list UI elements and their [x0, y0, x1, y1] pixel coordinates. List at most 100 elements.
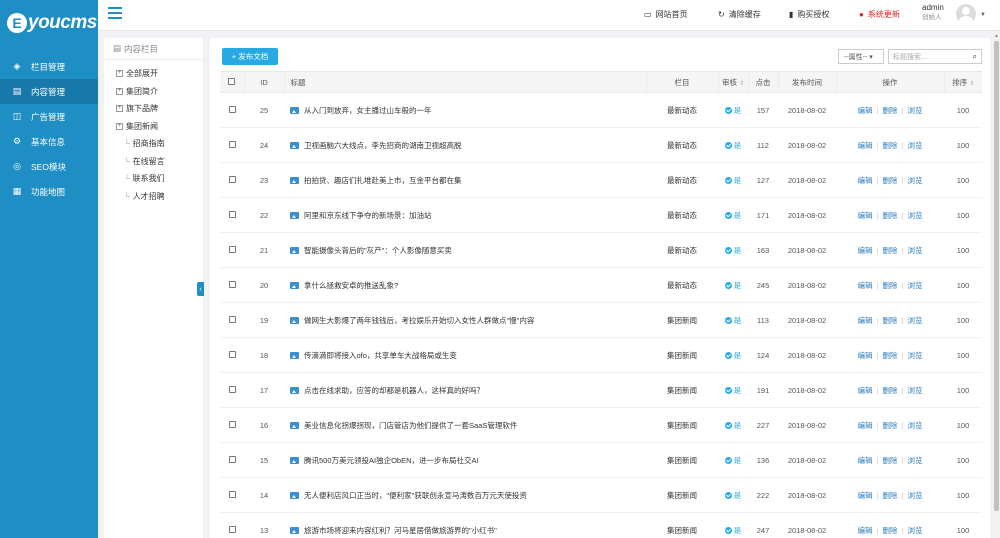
edit-link[interactable]: 编辑 — [858, 456, 873, 465]
row-title-cell[interactable]: 传滴滴即将接入ofo，共享单车大战格局或生变 — [284, 337, 646, 373]
edit-link[interactable]: 编辑 — [858, 141, 873, 150]
row-sort[interactable]: 100 — [944, 302, 982, 338]
row-title[interactable]: 从入门到放弃，女主播过山车般的一年 — [304, 106, 432, 115]
add-document-button[interactable]: + 发布文档 — [222, 48, 278, 65]
row-title-cell[interactable]: 智能摄像头背后的"灰产"：个人影像随意买卖 — [284, 232, 646, 268]
row-checkbox[interactable] — [228, 350, 236, 358]
row-audit[interactable]: 是 — [718, 477, 748, 513]
delete-link[interactable]: 删除 — [883, 141, 898, 150]
tree-item[interactable]: └ 在线留言 — [104, 153, 203, 171]
row-title-cell[interactable]: 点击在线求助，应答的却都是机器人，这样真的好吗？ — [284, 372, 646, 408]
sidebar-item-2[interactable]: ◫ 广告管理 — [0, 104, 98, 129]
row-title[interactable]: 卫视画脑六大线点，李先招商的湖南卫视超高脱 — [304, 141, 462, 150]
row-title[interactable]: 阿里和京东线下争夺的新场景：加油站 — [304, 211, 432, 220]
sort-icon[interactable]: ⇕ — [969, 81, 974, 87]
row-select-cell[interactable] — [220, 407, 244, 443]
row-audit[interactable]: 是 — [718, 302, 748, 338]
tree-item[interactable]: + 集团简介 — [104, 83, 203, 101]
sidebar-item-1[interactable]: ▤ 内容管理 — [0, 79, 98, 104]
row-title[interactable]: 旅游市场将迎来内容红利？河马星居借做旅游界的"小红书" — [304, 526, 497, 535]
edit-link[interactable]: 编辑 — [858, 281, 873, 290]
edit-link[interactable]: 编辑 — [858, 316, 873, 325]
delete-link[interactable]: 删除 — [883, 246, 898, 255]
view-link[interactable]: 浏览 — [907, 141, 922, 150]
row-title[interactable]: 点击在线求助，应答的却都是机器人，这样真的好吗？ — [304, 386, 484, 395]
row-sort[interactable]: 100 — [944, 127, 982, 163]
row-sort[interactable]: 100 — [944, 477, 982, 513]
expand-icon[interactable]: + — [116, 87, 123, 95]
row-title[interactable]: 拍拍贷、趣店们扎堆赴美上市，互金平台都在集 — [304, 176, 462, 185]
user-info[interactable]: admin 创始人 — [922, 3, 944, 23]
row-sort[interactable]: 100 — [944, 92, 982, 128]
row-title-cell[interactable]: 阿里和京东线下争夺的新场景：加油站 — [284, 197, 646, 233]
edit-link[interactable]: 编辑 — [858, 526, 873, 535]
site-home-link[interactable]: ▭ 网站首页 — [644, 9, 688, 20]
tree-item[interactable]: + 全部展开 — [104, 65, 203, 83]
delete-link[interactable]: 删除 — [883, 281, 898, 290]
system-update-link[interactable]: ● 系统更新 — [859, 9, 900, 20]
row-select-cell[interactable] — [220, 337, 244, 373]
row-audit[interactable]: 是 — [718, 197, 748, 233]
delete-link[interactable]: 删除 — [883, 176, 898, 185]
header-audit[interactable]: 审核 ⇕ — [717, 71, 748, 93]
row-checkbox[interactable] — [228, 245, 236, 253]
row-title[interactable]: 美业信息化拐爆拐现，门店管店为他们提供了一套SaaS管理软件 — [304, 421, 517, 430]
row-select-cell[interactable] — [220, 477, 244, 513]
row-title-cell[interactable]: 拿什么拯救安卓的推送乱象? — [284, 267, 646, 303]
view-link[interactable]: 浏览 — [907, 316, 922, 325]
row-sort[interactable]: 100 — [944, 407, 982, 443]
delete-link[interactable]: 删除 — [883, 106, 898, 115]
row-title[interactable]: 腾讯500万美元领投AI独企ObEN，进一步布局社交AI — [304, 456, 479, 465]
buy-license-link[interactable]: ▮ 购买授权 — [789, 9, 829, 20]
view-link[interactable]: 浏览 — [907, 386, 922, 395]
delete-link[interactable]: 删除 — [883, 491, 898, 500]
row-select-cell[interactable] — [220, 197, 244, 233]
avatar[interactable] — [956, 4, 976, 24]
page-scrollbar[interactable]: ▲ — [993, 31, 1000, 538]
row-checkbox[interactable] — [228, 280, 236, 288]
row-audit[interactable]: 是 — [718, 127, 748, 163]
row-select-cell[interactable] — [220, 512, 244, 538]
row-checkbox[interactable] — [228, 210, 236, 218]
attribute-select[interactable]: --属性-- ▾ — [838, 49, 884, 64]
row-select-cell[interactable] — [220, 92, 244, 128]
expand-icon[interactable]: + — [116, 105, 123, 113]
row-sort[interactable]: 100 — [944, 162, 982, 198]
row-audit[interactable]: 是 — [718, 372, 748, 408]
edit-link[interactable]: 编辑 — [858, 351, 873, 360]
scroll-thumb[interactable] — [994, 41, 999, 511]
row-sort[interactable]: 100 — [944, 267, 982, 303]
edit-link[interactable]: 编辑 — [858, 211, 873, 220]
view-link[interactable]: 浏览 — [907, 491, 922, 500]
edit-link[interactable]: 编辑 — [858, 246, 873, 255]
row-audit[interactable]: 是 — [718, 442, 748, 478]
tree-item[interactable]: └ 联系我们 — [104, 170, 203, 188]
view-link[interactable]: 浏览 — [907, 211, 922, 220]
delete-link[interactable]: 删除 — [883, 351, 898, 360]
row-checkbox[interactable] — [228, 105, 236, 113]
row-checkbox[interactable] — [228, 385, 236, 393]
view-link[interactable]: 浏览 — [907, 456, 922, 465]
row-audit[interactable]: 是 — [718, 92, 748, 128]
expand-icon[interactable]: + — [116, 70, 123, 78]
header-sort[interactable]: 排序 ⇕ — [943, 71, 982, 93]
delete-link[interactable]: 删除 — [883, 456, 898, 465]
row-title[interactable]: 做网生大影爆了两年钱钱后，考拉娱乐开始切入女性人群做点"慢"内容 — [304, 316, 534, 325]
row-checkbox[interactable] — [228, 455, 236, 463]
edit-link[interactable]: 编辑 — [858, 106, 873, 115]
row-checkbox[interactable] — [228, 315, 236, 323]
clear-cache-link[interactable]: ↻ 清除缓存 — [718, 9, 761, 20]
delete-link[interactable]: 删除 — [883, 211, 898, 220]
row-audit[interactable]: 是 — [718, 407, 748, 443]
delete-link[interactable]: 删除 — [883, 421, 898, 430]
row-title[interactable]: 传滴滴即将接入ofo，共享单车大战格局或生变 — [304, 351, 457, 360]
scroll-up-icon[interactable]: ▲ — [994, 33, 999, 39]
view-link[interactable]: 浏览 — [907, 106, 922, 115]
row-title-cell[interactable]: 美业信息化拐爆拐现，门店管店为他们提供了一套SaaS管理软件 — [284, 407, 646, 443]
row-audit[interactable]: 是 — [718, 267, 748, 303]
row-title-cell[interactable]: 拍拍贷、趣店们扎堆赴美上市，互金平台都在集 — [284, 162, 646, 198]
view-link[interactable]: 浏览 — [907, 351, 922, 360]
select-all-checkbox[interactable] — [228, 77, 236, 85]
row-checkbox[interactable] — [228, 420, 236, 428]
tree-item[interactable]: └ 招商指南 — [104, 135, 203, 153]
